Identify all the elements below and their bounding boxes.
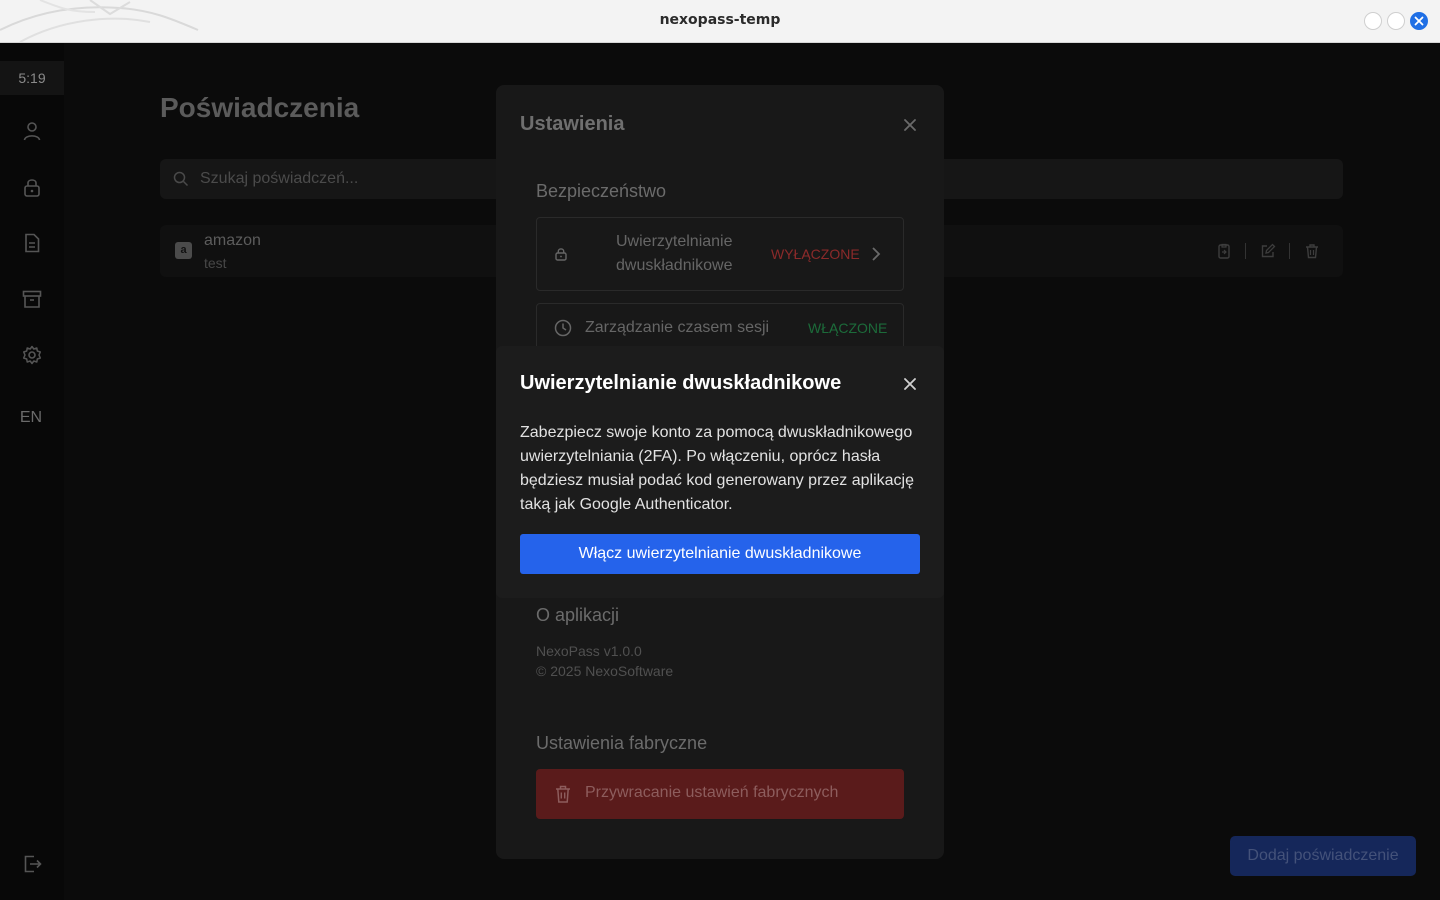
window-title: nexopass-temp [659,12,781,28]
two-factor-status: WYŁĄCZONE [771,246,860,262]
close-icon[interactable] [900,115,920,135]
edit-icon[interactable] [1260,243,1276,259]
app-version: NexoPass v1.0.0 [536,643,642,659]
search-icon [173,171,189,187]
security-heading: Bezpieczeństwo [536,181,667,201]
credential-name: amazon [204,232,261,249]
two-factor-row[interactable]: Uwierzytelnianie dwuskładnikowe WYŁĄCZON… [536,217,904,291]
clock-icon [554,319,572,337]
enable-two-factor-button[interactable]: Włącz uwierzytelnianie dwuskładnikowe [520,534,920,574]
maximize-button[interactable] [1387,12,1405,30]
factory-reset-button[interactable]: Przywracanie ustawień fabrycznych [536,769,904,819]
two-factor-dialog: Uwierzytelnianie dwuskładnikowe Zabezpie… [496,346,944,598]
minimize-button[interactable] [1364,12,1382,30]
add-credential-button[interactable]: Dodaj poświadczenie [1230,836,1416,876]
page-title: Poświadczenia [160,92,360,123]
gear-icon[interactable] [22,345,42,365]
trash-icon[interactable] [1304,243,1320,259]
factory-reset-label: Przywracanie ustawień fabrycznych [585,784,839,801]
session-status: WŁĄCZONE [808,320,888,336]
session-label: Zarządzanie czasem sesji [585,319,770,336]
archive-icon[interactable] [22,289,42,309]
copy-icon[interactable] [1216,243,1232,259]
two-factor-label-line1: Uwierzytelnianie [616,233,733,250]
settings-title: Ustawienia [520,113,625,135]
close-icon[interactable] [900,374,920,394]
lock-icon [555,248,567,261]
dialog-description: Zabezpiecz swoje konto za pomocą dwuskła… [520,424,914,513]
amazon-logo-icon: a [175,242,192,259]
lock-icon[interactable] [22,177,42,197]
clock: 5:19 [0,61,64,95]
copyright: © 2025 NexoSoftware [536,663,674,679]
search-input[interactable]: Szukaj poświadczeń... [200,170,358,188]
user-icon[interactable] [22,121,42,141]
title-bar: nexopass-temp [0,0,1440,43]
divider [1289,243,1290,259]
two-factor-label-line2: dwuskładnikowe [616,257,733,274]
close-window-button[interactable] [1410,12,1428,30]
language-switch[interactable]: EN [0,409,62,427]
chevron-right-icon [872,247,881,261]
close-icon [1414,16,1424,26]
document-icon[interactable] [22,233,42,253]
logout-icon[interactable] [22,854,42,874]
about-heading: O aplikacji [536,605,620,625]
dialog-title: Uwierzytelnianie dwuskładnikowe [520,372,842,394]
sidebar: 5:19 EN [0,43,64,900]
factory-heading: Ustawienia fabryczne [536,733,708,753]
trash-icon [556,785,570,803]
divider [1245,243,1246,259]
credential-username: test [204,255,227,271]
